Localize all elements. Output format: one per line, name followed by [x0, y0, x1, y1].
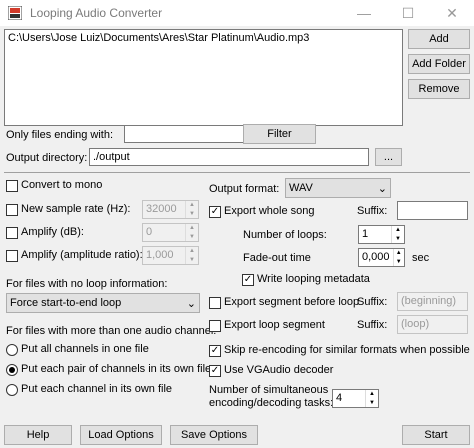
filter-button[interactable]: Filter: [243, 124, 316, 144]
check-icon: ✓: [210, 345, 220, 356]
radio-each-channel-label: Put each channel in its own file: [21, 383, 173, 395]
amplify-db-checkbox[interactable]: [6, 227, 18, 239]
radio-all-channels-label: Put all channels in one file: [21, 343, 149, 355]
spin-up-icon[interactable]: ▲: [392, 226, 404, 235]
check-icon: ✓: [243, 274, 253, 285]
channels-label: For files with more than one audio chann…: [6, 325, 217, 337]
spin-up-icon[interactable]: ▲: [186, 224, 198, 233]
sample-rate-spinner[interactable]: 32000 ▲ ▼: [142, 200, 199, 219]
export-loop-checkbox[interactable]: [209, 320, 221, 332]
tasks-value: 4: [336, 392, 343, 404]
start-button[interactable]: Start: [402, 425, 470, 445]
suffix-whole-input[interactable]: [397, 201, 468, 220]
sample-rate-checkbox[interactable]: [6, 204, 18, 216]
suffix-label-before: Suffix:: [357, 296, 388, 308]
vgaudio-checkbox[interactable]: ✓: [209, 365, 221, 377]
check-icon: ✓: [210, 365, 220, 376]
amplify-ratio-spinner[interactable]: 1,000 ▲ ▼: [142, 246, 199, 265]
divider: [4, 172, 470, 173]
export-loop-label: Export loop segment: [224, 319, 325, 331]
convert-mono-label: Convert to mono: [21, 179, 103, 191]
output-dir-input[interactable]: ./output: [89, 148, 369, 166]
spin-down-icon[interactable]: ▼: [366, 399, 378, 408]
suffix-loop-input[interactable]: (loop): [397, 315, 468, 334]
skip-reencode-label: Skip re-encoding for similar formats whe…: [224, 344, 470, 356]
maximize-button[interactable]: ☐: [386, 0, 430, 26]
fade-unit: sec: [412, 252, 430, 264]
radio-selected-dot: [9, 367, 15, 373]
spin-down-icon[interactable]: ▼: [186, 256, 198, 265]
radio-each-channel[interactable]: [6, 384, 18, 396]
spin-up-icon[interactable]: ▲: [186, 247, 198, 256]
load-options-button[interactable]: Load Options: [80, 425, 162, 445]
sample-rate-label: New sample rate (Hz):: [21, 203, 131, 215]
skip-reencode-checkbox[interactable]: ✓: [209, 345, 221, 357]
export-whole-label: Export whole song: [224, 205, 315, 217]
export-before-label: Export segment before loop: [224, 296, 360, 308]
amplify-ratio-checkbox[interactable]: [6, 250, 18, 262]
amplify-db-spinner[interactable]: 0 ▲ ▼: [142, 223, 199, 242]
export-before-checkbox[interactable]: [209, 297, 221, 309]
spin-down-icon[interactable]: ▼: [186, 233, 198, 242]
no-loop-selected: Force start-to-end loop: [10, 297, 122, 309]
browse-button[interactable]: ...: [375, 148, 402, 166]
suffix-label-whole: Suffix:: [357, 205, 388, 217]
radio-pair-channels-label: Put each pair of channels in its own fil…: [21, 363, 212, 375]
write-meta-checkbox[interactable]: ✓: [242, 274, 254, 286]
chevron-down-icon: ⌄: [186, 297, 196, 310]
app-icon: [8, 6, 22, 20]
spin-down-icon[interactable]: ▼: [186, 210, 198, 219]
save-options-button[interactable]: Save Options: [170, 425, 258, 445]
amplify-ratio-value: 1,000: [146, 249, 174, 261]
chevron-down-icon: ⌄: [377, 182, 387, 195]
check-icon: ✓: [210, 206, 220, 217]
loops-label: Number of loops:: [243, 229, 327, 241]
export-whole-checkbox[interactable]: ✓: [209, 206, 221, 218]
output-format-label: Output format:: [209, 183, 280, 195]
spin-up-icon[interactable]: ▲: [394, 249, 404, 258]
radio-all-channels[interactable]: [6, 344, 18, 356]
add-folder-button[interactable]: Add Folder: [408, 54, 470, 74]
filter-label: Only files ending with:: [6, 129, 113, 141]
sample-rate-value: 32000: [146, 203, 177, 215]
window-title: Looping Audio Converter: [30, 6, 163, 20]
radio-pair-channels[interactable]: [6, 364, 18, 376]
output-format-dropdown[interactable]: WAV ⌄: [285, 178, 391, 198]
tasks-label-2: encoding/decoding tasks:: [209, 397, 334, 409]
fade-label: Fade-out time: [243, 252, 311, 264]
fade-spinner[interactable]: 0,000 ▲ ▼: [358, 248, 405, 267]
file-list[interactable]: C:\Users\Jose Luiz\Documents\Ares\Star P…: [4, 29, 403, 126]
convert-mono-checkbox[interactable]: [6, 180, 18, 192]
spin-down-icon[interactable]: ▼: [392, 235, 404, 244]
output-dir-label: Output directory:: [6, 152, 88, 164]
minimize-button[interactable]: —: [342, 0, 386, 26]
output-format-selected: WAV: [289, 182, 313, 194]
fade-value: 0,000: [362, 251, 390, 263]
help-button[interactable]: Help: [4, 425, 72, 445]
suffix-label-loop: Suffix:: [357, 319, 388, 331]
amplify-db-value: 0: [146, 226, 153, 238]
vgaudio-label: Use VGAudio decoder: [224, 364, 334, 376]
spin-down-icon[interactable]: ▼: [394, 258, 404, 267]
tasks-spinner[interactable]: 4 ▲ ▼: [332, 389, 379, 408]
remove-button[interactable]: Remove: [408, 79, 470, 99]
spin-up-icon[interactable]: ▲: [186, 201, 198, 210]
add-button[interactable]: Add: [408, 29, 470, 49]
loops-spinner[interactable]: 1 ▲ ▼: [358, 225, 405, 244]
write-meta-label: Write looping metadata: [257, 273, 370, 285]
loops-value: 1: [362, 228, 369, 240]
no-loop-dropdown[interactable]: Force start-to-end loop ⌄: [6, 293, 200, 313]
tasks-label-1: Number of simultaneous: [209, 384, 329, 396]
close-button[interactable]: ✕: [430, 0, 474, 26]
suffix-before-input[interactable]: (beginning): [397, 292, 468, 311]
no-loop-label: For files with no loop information:: [6, 278, 168, 290]
amplify-db-label: Amplify (dB):: [21, 226, 84, 238]
spin-up-icon[interactable]: ▲: [366, 390, 378, 399]
amplify-ratio-label: Amplify (amplitude ratio):: [21, 249, 143, 261]
file-list-item[interactable]: C:\Users\Jose Luiz\Documents\Ares\Star P…: [8, 32, 399, 44]
